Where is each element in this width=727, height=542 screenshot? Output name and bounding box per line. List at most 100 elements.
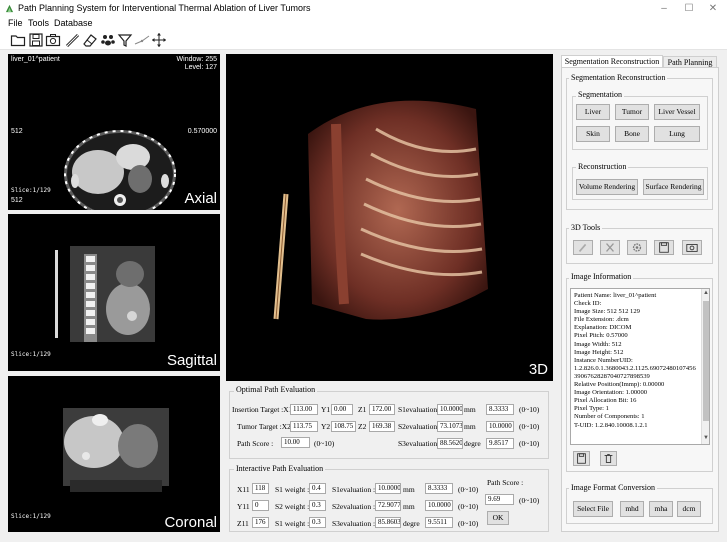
z2-field[interactable]: 169.38 (369, 421, 395, 432)
eval2-score-field[interactable]: 10.0000 (425, 500, 453, 511)
save-3d-icon[interactable] (654, 240, 674, 255)
interactive-score-field[interactable]: 9.69 (485, 494, 514, 505)
image-info-line: Pixel Pitch: 0.57000 (574, 332, 628, 340)
app-icon (5, 4, 14, 13)
menu-database[interactable]: Database (54, 18, 93, 28)
ok-button[interactable]: OK (487, 511, 509, 525)
eval2-range: (0~10) (458, 502, 479, 511)
paw-icon[interactable] (100, 32, 116, 48)
save-info-icon[interactable] (573, 451, 590, 466)
liver-button[interactable]: Liver (576, 104, 610, 120)
interactive-score-label: Path Score : (487, 478, 524, 487)
x1-field[interactable]: 113.00 (290, 404, 318, 415)
z11-field[interactable]: 176 (252, 517, 269, 528)
bone-button[interactable]: Bone (615, 126, 649, 142)
image-info-line: Patient Name: liver_01^patient (574, 292, 657, 299)
optimal-score-field[interactable]: 10.00 (281, 437, 310, 448)
settings-icon[interactable] (627, 240, 647, 255)
move-icon[interactable] (151, 32, 167, 48)
image-info-line: Number of Components: 1 (574, 413, 645, 421)
eval2-field[interactable]: 72.9077 (375, 500, 401, 511)
mha-button[interactable]: mha (649, 501, 673, 517)
scissors-icon[interactable] (600, 240, 620, 255)
axial-view[interactable]: liver_01^patient Window: 255 Level: 127 … (8, 54, 220, 210)
z2-label: Z2 (358, 422, 367, 431)
folder-open-icon[interactable] (10, 32, 26, 48)
menu-file[interactable]: File (8, 18, 23, 28)
funnel-icon[interactable] (117, 32, 133, 48)
s2-eval-field[interactable]: 73.1073 (437, 421, 463, 432)
weight3-label: S1 weight : (275, 519, 310, 528)
s2-score-field[interactable]: 10.0000 (486, 421, 514, 432)
eval3-score-field[interactable]: 9.5511 (425, 517, 453, 528)
coronal-label: Coronal (164, 514, 217, 531)
axial-label: Axial (184, 190, 217, 207)
coronal-view[interactable]: Slice:1/129 Coronal (8, 376, 220, 532)
eraser-icon[interactable] (82, 32, 98, 48)
mhd-button[interactable]: mhd (620, 501, 644, 517)
delete-icon[interactable] (600, 451, 617, 466)
eval1-field[interactable]: 10.0000 (375, 483, 401, 494)
skin-button[interactable]: Skin (576, 126, 610, 142)
image-info-list[interactable]: Patient Name: liver_01^patient Check ID: I… (570, 288, 710, 445)
x2-field[interactable]: 113.75 (290, 421, 318, 432)
info-scrollbar[interactable]: ▲ ▼ (701, 289, 709, 444)
coronal-slice: Slice:1/129 (11, 513, 51, 520)
axial-slice: Slice:1/129 (11, 187, 51, 194)
eval1-score-field[interactable]: 8.3333 (425, 483, 453, 494)
lung-button[interactable]: Lung (654, 126, 700, 142)
scroll-thumb[interactable] (703, 301, 709, 421)
liver-vessel-button[interactable]: Liver Vessel (654, 104, 700, 120)
dcm-button[interactable]: dcm (677, 501, 701, 517)
weight1-field[interactable]: 0.4 (309, 483, 326, 494)
s3-score-field[interactable]: 9.8517 (486, 438, 514, 449)
menu-bar: File Tools Database (0, 17, 727, 30)
scroll-up-icon[interactable]: ▲ (703, 290, 709, 296)
volume-view[interactable]: 3D (226, 54, 553, 381)
select-file-button[interactable]: Select File (573, 501, 613, 517)
s2-eval-label: S2evaluation (398, 422, 438, 431)
s1-score-field[interactable]: 8.3333 (486, 404, 514, 415)
ruler-icon[interactable] (64, 32, 80, 48)
minimize-button[interactable]: – (654, 2, 674, 15)
y2-field[interactable]: 108.75 (331, 421, 356, 432)
s3-eval-label: S3evaluation (398, 439, 438, 448)
s1-eval-field[interactable]: 10.0000 (437, 404, 463, 415)
maximize-button[interactable]: ☐ (679, 2, 699, 15)
s3-eval-unit: degre (464, 439, 481, 448)
eval2-label: S2evaluation : (332, 502, 376, 511)
format-conversion-title: Image Format Conversion (569, 483, 657, 492)
sagittal-view[interactable]: Slice:1/129 Sagittal (8, 214, 220, 371)
3d-tools-title: 3D Tools (569, 223, 603, 232)
title-bar: Path Planning System for Interventional … (0, 0, 727, 17)
interactive-score-range: (0~10) (519, 496, 540, 505)
camera-icon[interactable] (45, 32, 61, 48)
image-info-line: Relative Position(Immp): 0.00000 (574, 381, 665, 389)
weight3-field[interactable]: 0.3 (309, 517, 326, 528)
y11-field[interactable]: 0 (252, 500, 269, 511)
x11-field[interactable]: 118 (252, 483, 269, 494)
volume-rendering-button[interactable]: Volume Rendering (576, 179, 638, 195)
camera-3d-icon[interactable] (682, 240, 702, 255)
surface-rendering-button[interactable]: Surface Rendering (643, 179, 704, 195)
s3-eval-field[interactable]: 88.5620 (437, 438, 463, 449)
y1-field[interactable]: 0.00 (331, 404, 353, 415)
eval3-field[interactable]: 85.8603 (375, 517, 401, 528)
z1-label: Z1 (358, 405, 367, 414)
eval2-unit: mm (403, 502, 415, 511)
angle-icon[interactable] (134, 32, 150, 48)
image-info-line: Image Width: 512 (574, 340, 622, 348)
close-button[interactable]: ✕ (703, 2, 723, 15)
weight2-field[interactable]: 0.3 (309, 500, 326, 511)
scroll-down-icon[interactable]: ▼ (703, 435, 709, 441)
image-info-line: File Extension: .dcm (574, 316, 629, 324)
window-title: Path Planning System for Interventional … (18, 3, 311, 13)
save-icon[interactable] (28, 32, 44, 48)
optimal-path-title: Optimal Path Evaluation (234, 385, 318, 394)
tumor-button[interactable]: Tumor (615, 104, 649, 120)
menu-tools[interactable]: Tools (28, 18, 49, 28)
interactive-path-title: Interactive Path Evaluation (234, 464, 326, 473)
pen-icon[interactable] (573, 240, 593, 255)
axial-level: Level: 127 (184, 64, 217, 71)
z1-field[interactable]: 172.00 (369, 404, 395, 415)
